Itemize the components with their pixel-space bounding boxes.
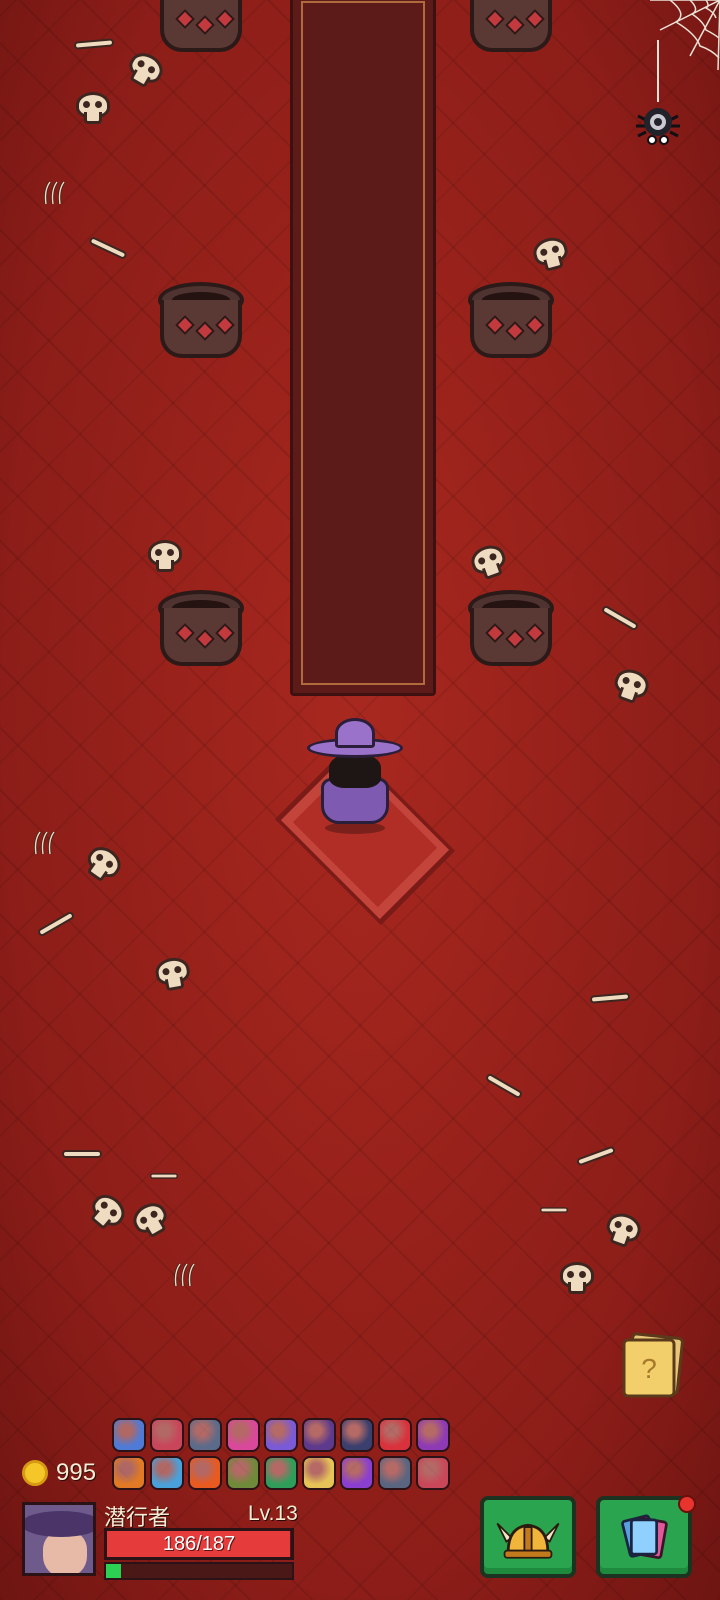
bear-trap-icon[interactable] (150, 1418, 184, 1452)
skull (602, 1209, 645, 1251)
fire-boots-icon[interactable] (112, 1456, 146, 1490)
player-level: Lv.13 (248, 1502, 298, 1525)
skull (153, 955, 192, 992)
xp-fill (106, 1564, 121, 1578)
fire-burst-icon[interactable] (188, 1456, 222, 1490)
player-character[interactable] (305, 718, 405, 838)
green-orb-icon[interactable] (264, 1456, 298, 1490)
bone (540, 1207, 568, 1213)
skull (530, 234, 571, 274)
cauldron (158, 590, 244, 676)
bone (600, 604, 640, 632)
hp-bar: 186/187 (104, 1528, 294, 1560)
coin-counter: 995 (22, 1458, 96, 1488)
hex-gem-icon[interactable] (378, 1456, 412, 1490)
cauldron (468, 590, 554, 676)
buff-icons (112, 1418, 458, 1490)
bone (484, 1072, 524, 1100)
spider-thread (657, 40, 659, 102)
golden-bone-icon[interactable] (302, 1456, 336, 1490)
rib-bones (34, 831, 56, 855)
rib-bones (44, 181, 66, 205)
skull (560, 1262, 594, 1294)
cards-button[interactable] (596, 1496, 692, 1578)
bone (575, 1145, 617, 1167)
heart-lock-icon[interactable] (416, 1456, 450, 1490)
bone (62, 1150, 102, 1158)
gear-spider-icon[interactable] (630, 96, 686, 152)
skull (610, 665, 653, 707)
question-scroll-icon[interactable]: ? (620, 1332, 684, 1398)
notification-dot (678, 1495, 696, 1513)
skull (80, 841, 127, 887)
bone (36, 910, 76, 938)
xp-bar (104, 1562, 294, 1580)
bone (88, 235, 128, 261)
coin-value: 995 (56, 1459, 97, 1486)
blue-mushroom-icon[interactable] (112, 1418, 146, 1452)
spider-web (650, 0, 720, 70)
bone (589, 992, 631, 1004)
cauldron (468, 0, 554, 62)
cauldron (468, 282, 554, 368)
cards-icon (621, 1514, 668, 1559)
skull (84, 1188, 131, 1235)
cauldron (158, 282, 244, 368)
rib-bones (174, 1263, 196, 1287)
ghost-bat-icon[interactable] (340, 1418, 374, 1452)
cauldron (158, 0, 244, 62)
bat-crystal-icon[interactable] (302, 1418, 336, 1452)
skull (76, 92, 110, 124)
purple-shield-badge-icon[interactable] (340, 1456, 374, 1490)
game-stage[interactable]: ? 995 潜行者 Lv.13 186/187 (0, 0, 720, 1600)
golden-halo-icon[interactable] (416, 1418, 450, 1452)
bone (150, 1173, 178, 1179)
purple-swirl-icon[interactable] (264, 1418, 298, 1452)
hp-text: 186/187 (162, 1533, 236, 1555)
skull (128, 1197, 173, 1243)
hero-button[interactable] (480, 1496, 576, 1578)
red-devil-icon[interactable] (378, 1418, 412, 1452)
svg-text:?: ? (641, 1353, 657, 1384)
bone (73, 38, 115, 50)
shield-sword-icon[interactable] (188, 1418, 222, 1452)
pink-demon-icon[interactable] (226, 1418, 260, 1452)
coin-icon (22, 1460, 48, 1486)
iron-gauntlet-icon[interactable] (226, 1456, 260, 1490)
viking-helmet-icon (496, 1522, 560, 1559)
skull (148, 540, 182, 572)
potion-vial-icon[interactable] (150, 1456, 184, 1490)
red-carpet (290, 0, 436, 696)
player-portrait[interactable] (22, 1502, 96, 1576)
skull (467, 541, 511, 583)
